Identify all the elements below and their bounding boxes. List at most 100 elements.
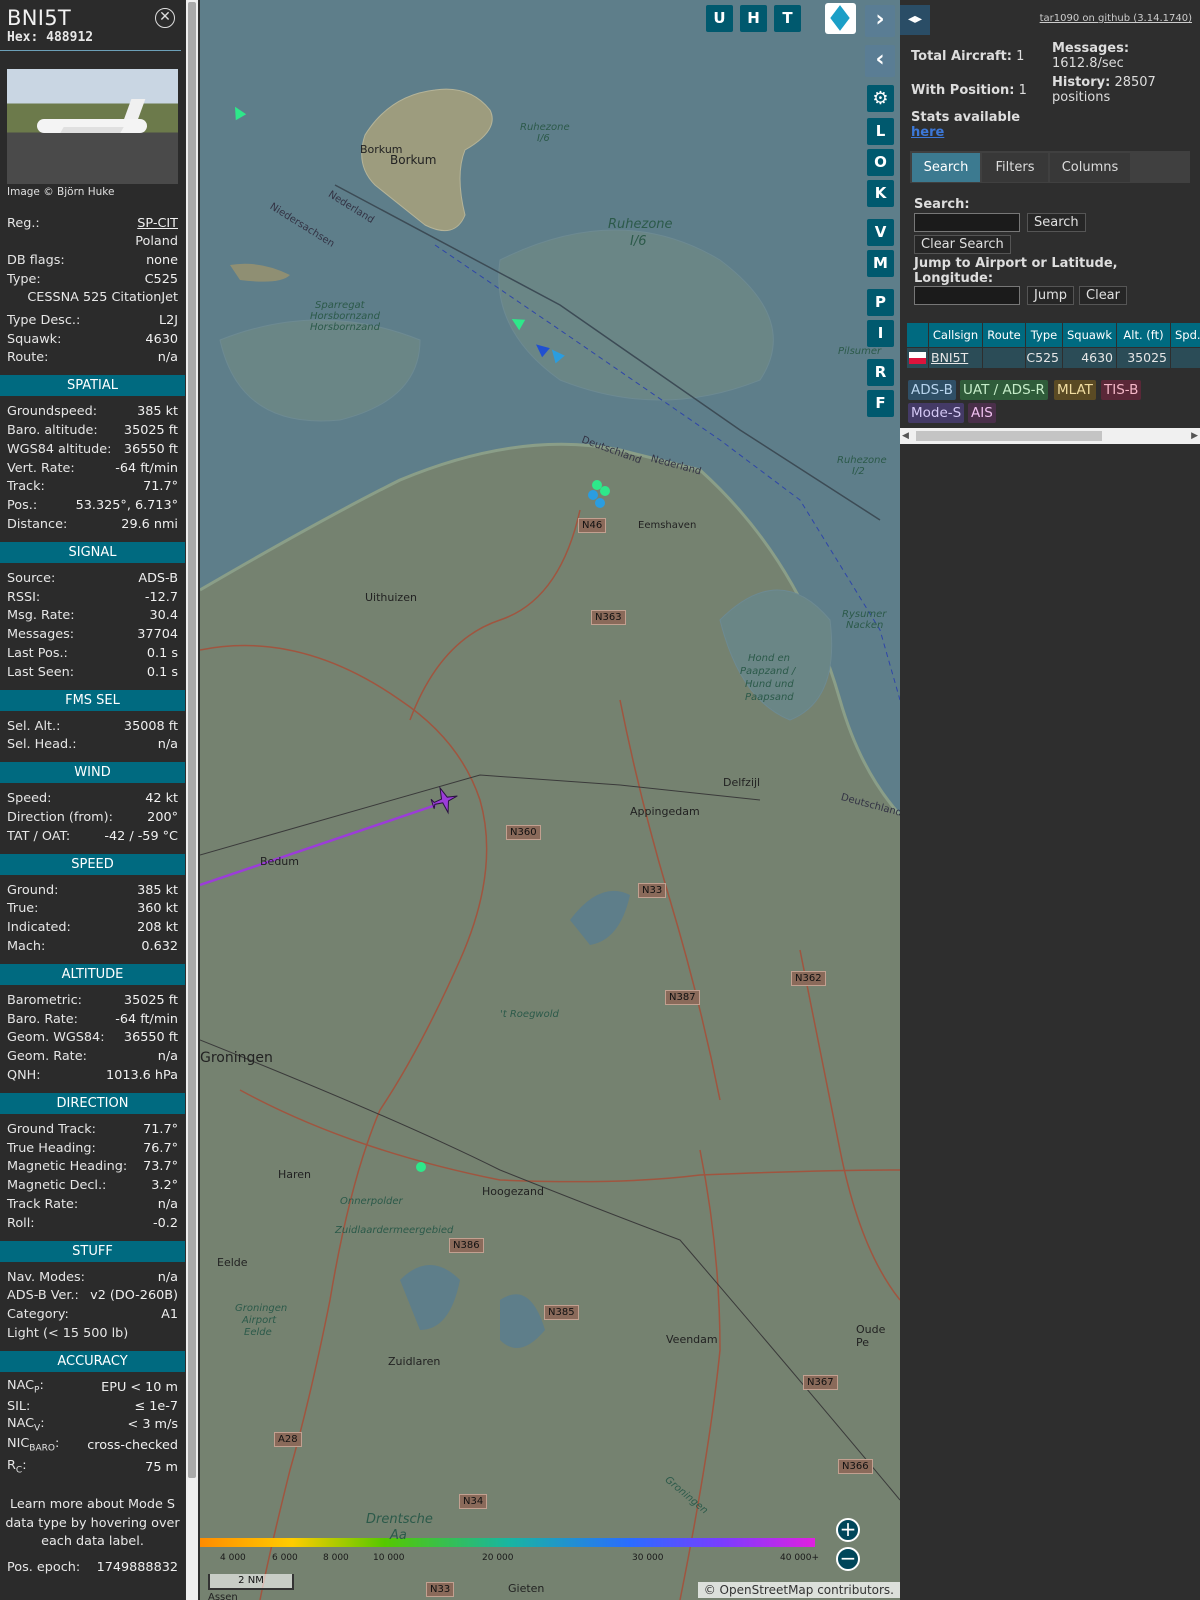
info-row: QNH: 1013.6 hPa [7,1066,178,1085]
map-button-r[interactable]: R [867,359,894,386]
info-row-label: Mach: [7,939,46,954]
toggle-panel-button[interactable]: ◂▸ [900,5,930,35]
zoom-out-button[interactable]: − [836,1547,860,1571]
info-row-label: Sel. Alt.: [7,718,61,734]
table-h-scrollbar[interactable]: ◀ ▶ [900,428,1200,444]
info-row: Sel. Head.: n/a [7,736,178,755]
th-type[interactable]: Type [1026,323,1062,347]
map-button-o[interactable]: O [867,149,894,176]
sidebar-scrollbar[interactable] [186,0,198,1600]
map-button-h[interactable]: H [740,5,767,32]
close-icon[interactable]: ✕ [155,8,175,28]
th-alt[interactable]: Alt. (ft) [1117,323,1170,347]
info-row: Category: A1 [7,1305,178,1324]
accuracy-rows: NACP: EPU < 10 m SIL: ≤ 1e-7 NACV: < 3 m/s … [0,1378,185,1478]
github-link[interactable]: tar1090 on github (3.14.1740) [1040,13,1192,24]
map-button-f[interactable]: F [867,390,894,417]
info-row-label: Source: [7,570,56,586]
route-label: Route: [7,350,49,366]
info-row: Direction (from): 200° [7,808,178,827]
settings-gear-icon[interactable]: ⚙ [867,85,894,112]
row-callsign[interactable]: BNI5T [929,348,982,368]
search-button[interactable]: Search [1027,213,1086,232]
info-row-value: 37704 [137,627,178,643]
info-row-value: n/a [157,1196,178,1212]
info-row-label: Groundspeed: [7,404,98,420]
info-row: True: 360 kt [7,900,178,919]
learn-more-note: Learn more about Mode S data type by hov… [5,1497,180,1550]
map-button-p[interactable]: P [867,289,894,316]
search-input[interactable] [914,213,1020,232]
info-row-label: Ground Track: [7,1121,96,1137]
scroll-left-icon[interactable]: ◀ [902,431,909,441]
aircraft-callsign: BNI5T [7,6,71,30]
info-row-label: Last Seen: [7,664,75,680]
info-row: WGS84 altitude: 36550 ft [7,440,178,459]
hex-value: 488912 [46,30,94,45]
legend-badge: MLAT [1054,380,1096,400]
tab-columns[interactable]: Columns [1050,153,1130,182]
info-row: Last Seen: 0.1 s [7,663,178,682]
info-row-value: 71.7° [143,479,178,495]
expand-right-button[interactable]: › [865,5,895,37]
typedesc-label: Type Desc.: [7,312,81,328]
reg-label: Reg.: [7,215,40,231]
row-type: C525 [1026,348,1062,368]
section-spatial: SPATIAL [0,375,185,397]
info-row-value: 36550 ft [123,441,178,457]
epoch-label: Pos. epoch: [7,1559,81,1575]
th-squawk[interactable]: Squawk [1063,323,1116,347]
sidebar-header: BNI5T Hex: 488912 ✕ [0,0,181,51]
map-button-v[interactable]: V [867,219,894,246]
scrollbar-thumb[interactable] [188,2,196,1478]
map-view[interactable]: Borkum Borkum Ruhezone I/6 Ruhezone I/6 … [200,0,900,1600]
collapse-left-button[interactable]: ‹ [865,45,895,77]
nacv-label: NACV: [7,1416,45,1434]
stats-link[interactable]: here [911,125,944,140]
clear-search-button[interactable]: Clear Search [914,235,1011,254]
row-speed [1171,348,1200,368]
info-row-value: -42 / -59 °C [104,828,178,844]
info-row-label: ADS-B Ver.: [7,1288,79,1304]
jump-input[interactable] [914,286,1020,305]
tab-search[interactable]: Search [912,153,980,182]
info-row: Magnetic Decl.: 3.2° [7,1176,178,1195]
zoom-in-button[interactable]: + [836,1518,860,1542]
info-row-value: 29.6 nmi [121,517,178,533]
aircraft-photo[interactable] [7,69,178,184]
th-callsign[interactable]: Callsign [929,323,982,347]
th-route[interactable]: Route [983,323,1025,347]
type-full: CESSNA 525 CitationJet [27,290,178,306]
map-button-k[interactable]: K [867,180,894,207]
info-row-value: 1013.6 hPa [106,1067,178,1083]
clear-button[interactable]: Clear [1079,286,1127,305]
info-row-value: 385 kt [137,882,178,898]
nacp-label: NACP: [7,1378,44,1397]
map-button-l[interactable]: L [867,118,894,145]
info-row-label: Track: [7,479,45,495]
flag-poland-icon [907,348,928,368]
jump-button[interactable]: Jump [1027,286,1074,305]
info-row-label: Baro. Rate: [7,1011,78,1027]
reg-link[interactable]: SP-CIT [137,216,178,231]
scrollbar-thumb[interactable] [916,431,1102,441]
map-button-m[interactable]: M [867,250,894,277]
info-row: Ground: 385 kt [7,881,178,900]
info-row-label: Distance: [7,517,68,533]
scroll-right-icon[interactable]: ▶ [1191,431,1198,441]
map-button-t[interactable]: T [774,5,801,32]
map-button-u[interactable]: U [706,5,733,32]
info-row-value: 0.632 [141,939,178,954]
jump-label: Jump to Airport or Latitude, Longitude: [914,256,1118,286]
tab-filters[interactable]: Filters [982,153,1048,182]
info-row-label: Magnetic Heading: [7,1159,128,1175]
legend-badge: ADS-B [908,380,956,400]
layers-icon[interactable] [825,3,856,34]
map-button-i[interactable]: I [867,320,894,347]
scale-bar: 2 NM [208,1574,294,1590]
info-row: RSSI: -12.7 [7,588,178,607]
info-row-label: Sel. Head.: [7,737,77,753]
th-speed[interactable]: Spd. [1171,323,1200,347]
info-row-value: 3.2° [151,1178,178,1194]
info-row: Baro. Rate: -64 ft/min [7,1010,178,1029]
